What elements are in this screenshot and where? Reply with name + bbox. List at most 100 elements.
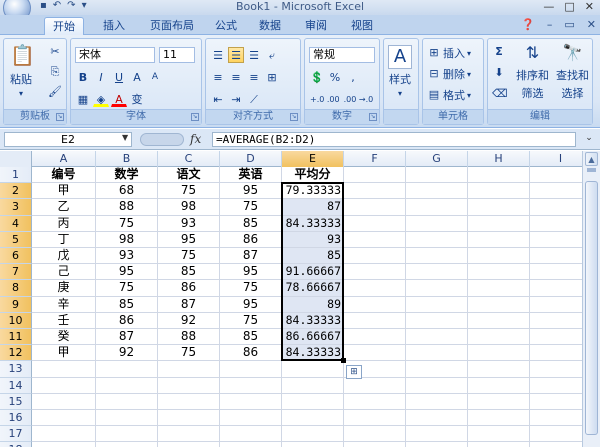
cell-a1[interactable]: 编号 <box>32 167 96 184</box>
cell-f1[interactable] <box>344 167 406 184</box>
cell-h9[interactable] <box>468 296 530 313</box>
cell-d13[interactable] <box>220 361 282 378</box>
cell-b15[interactable] <box>96 393 158 410</box>
cell-h13[interactable] <box>468 361 530 378</box>
cell-f4[interactable] <box>344 215 406 232</box>
cell-h12[interactable] <box>468 345 530 362</box>
fill-handle[interactable] <box>341 358 346 364</box>
cell-i3[interactable] <box>530 199 582 216</box>
align-middle-icon[interactable]: ☰ <box>228 47 244 63</box>
cell-g17[interactable] <box>406 426 468 443</box>
cell-b16[interactable] <box>96 410 158 427</box>
cell-i9[interactable] <box>530 297 582 313</box>
grow-font-button[interactable]: A <box>129 69 145 85</box>
cell-i4[interactable] <box>530 216 582 232</box>
cell-h17[interactable] <box>468 426 530 443</box>
column-header-h[interactable]: H <box>468 151 530 167</box>
shrink-font-button[interactable]: A <box>147 69 163 85</box>
cell-a9[interactable]: 辛 <box>32 296 96 313</box>
cell-h6[interactable] <box>468 248 530 265</box>
name-box-dropdown-icon[interactable]: ▼ <box>122 133 128 142</box>
cell-h4[interactable] <box>468 215 530 232</box>
row-header-17[interactable]: 17 <box>0 426 32 443</box>
fill-icon[interactable]: ⬇ <box>492 66 506 80</box>
cell-b18[interactable] <box>96 442 158 447</box>
cell-a15[interactable] <box>32 393 96 410</box>
cell-a11[interactable]: 癸 <box>32 329 96 346</box>
cell-d1[interactable]: 英语 <box>220 167 282 184</box>
cell-f17[interactable] <box>344 426 406 443</box>
cell-f18[interactable] <box>344 442 406 447</box>
help-icon[interactable]: ❓ <box>521 18 535 31</box>
cell-c14[interactable] <box>158 377 220 394</box>
cell-g8[interactable] <box>406 280 468 297</box>
formula-bar-splitter[interactable] <box>140 133 184 146</box>
number-launcher-icon[interactable]: ↘ <box>369 113 377 121</box>
cell-d4[interactable]: 85 <box>220 215 282 232</box>
cell-e5[interactable]: 93 <box>282 231 344 248</box>
auto-fill-options-icon[interactable]: ⊞ <box>346 365 362 380</box>
cell-i8[interactable] <box>530 280 582 297</box>
cell-c18[interactable] <box>158 442 220 447</box>
clipboard-launcher-icon[interactable]: ↘ <box>56 113 64 121</box>
cell-d11[interactable]: 85 <box>220 329 282 346</box>
delete-cells-button[interactable]: ⊟ 删除 ▾ <box>427 66 471 82</box>
row-header-18[interactable]: 18 <box>0 442 32 447</box>
cell-e11[interactable]: 86.66667 <box>282 329 344 346</box>
minimize-button[interactable]: — <box>543 0 554 14</box>
font-launcher-icon[interactable]: ↘ <box>191 113 199 121</box>
row-header-8[interactable]: 8 <box>0 280 32 297</box>
cell-g6[interactable] <box>406 248 468 265</box>
find-select-button[interactable]: 🔭 查找和 选择 <box>556 43 589 101</box>
cell-f2[interactable] <box>344 183 406 200</box>
row-header-3[interactable]: 3 <box>0 199 32 216</box>
cell-h7[interactable] <box>468 264 530 281</box>
styles-button[interactable]: A 样式 ▾ <box>388 45 412 98</box>
cell-e18[interactable] <box>282 442 344 447</box>
select-all-corner[interactable] <box>0 151 32 167</box>
cell-b6[interactable]: 93 <box>96 248 158 265</box>
scroll-up-icon[interactable]: ▲ <box>585 152 598 166</box>
cell-c5[interactable]: 95 <box>158 231 220 248</box>
cell-b4[interactable]: 75 <box>96 215 158 232</box>
row-header-16[interactable]: 16 <box>0 410 32 427</box>
cell-f12[interactable] <box>344 345 406 362</box>
row-header-7[interactable]: 7 <box>0 264 32 281</box>
name-box[interactable]: E2 <box>4 132 132 147</box>
worksheet-grid[interactable]: ABCDEFGHI 1 编号 数学 语文 英语 平均分 2 甲 68 75 95 79.33333 3 乙… <box>0 151 582 447</box>
cell-e9[interactable]: 89 <box>282 296 344 313</box>
cell-d5[interactable]: 86 <box>220 231 282 248</box>
cell-b11[interactable]: 87 <box>96 329 158 346</box>
cell-e4[interactable]: 84.33333 <box>282 215 344 232</box>
percent-button[interactable]: % <box>327 69 343 85</box>
column-header-i[interactable]: I <box>530 151 582 167</box>
cell-f6[interactable] <box>344 248 406 265</box>
row-header-1[interactable]: 1 <box>0 167 32 184</box>
cell-i2[interactable] <box>530 183 582 200</box>
cell-g5[interactable] <box>406 231 468 248</box>
cell-c11[interactable]: 88 <box>158 329 220 346</box>
cell-i14[interactable] <box>530 378 582 394</box>
cell-h2[interactable] <box>468 183 530 200</box>
sort-filter-button[interactable]: ⇅ 排序和 筛选 <box>516 43 549 101</box>
cell-e7[interactable]: 91.66667 <box>282 264 344 281</box>
cell-e6[interactable]: 85 <box>282 248 344 265</box>
cell-c15[interactable] <box>158 393 220 410</box>
row-header-6[interactable]: 6 <box>0 248 32 265</box>
cell-h16[interactable] <box>468 410 530 427</box>
cell-f7[interactable] <box>344 264 406 281</box>
doc-close-button[interactable]: ✕ <box>587 18 596 31</box>
number-format-select[interactable]: 常规 <box>309 47 375 63</box>
cell-h14[interactable] <box>468 377 530 394</box>
cell-e12[interactable]: 84.33333 <box>282 345 344 362</box>
cell-d8[interactable]: 75 <box>220 280 282 297</box>
tab-page-layout[interactable]: 页面布局 <box>144 17 200 35</box>
tab-home[interactable]: 开始 <box>44 17 84 35</box>
column-header-c[interactable]: C <box>158 151 220 167</box>
cell-d15[interactable] <box>220 393 282 410</box>
cell-e2[interactable]: 79.33333 <box>282 183 344 200</box>
cell-h1[interactable] <box>468 167 530 184</box>
cell-a14[interactable] <box>32 377 96 394</box>
cell-i16[interactable] <box>530 410 582 427</box>
expand-formula-bar-icon[interactable]: ⌄ <box>582 133 596 146</box>
